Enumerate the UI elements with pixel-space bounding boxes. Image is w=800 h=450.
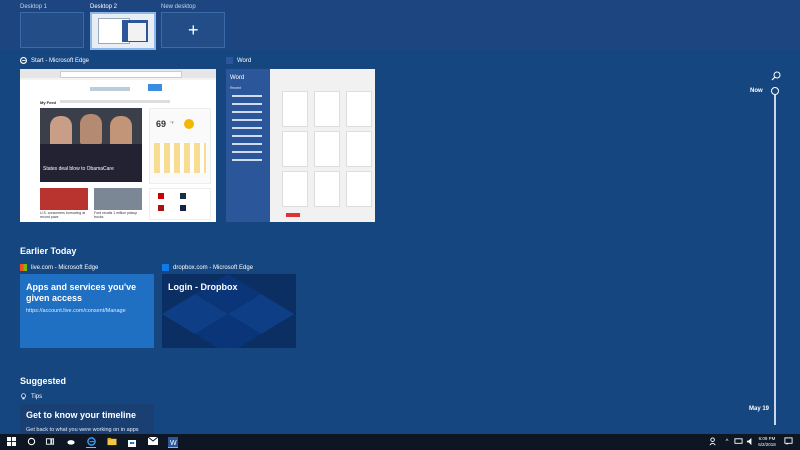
windows-start-icon[interactable] [6,437,16,447]
sun-icon [184,119,194,129]
desktop-2-label: Desktop 2 [90,4,118,10]
new-desktop-button[interactable]: + [161,12,225,48]
word-pane-title: Word [230,75,245,81]
word-icon [226,57,233,64]
edge-window-thumbnail[interactable]: My Feed States deal blow to ObamaCare 69… [20,69,216,222]
action-center-icon[interactable] [783,437,793,447]
edge-icon [20,57,27,64]
edge-window-title-text: Start - Microsoft Edge [31,57,90,64]
chevron-up-icon[interactable]: ^ [722,437,732,447]
dropbox-activity-card[interactable]: Login - Dropbox [162,274,296,348]
edge-weather-unit: °F [170,120,175,125]
edge-window-title: Start - Microsoft Edge [20,57,89,64]
edge-story-image-2[interactable] [94,188,142,210]
live-card-source-text: live.com - Microsoft Edge [31,264,99,271]
tips-source: Tips [20,393,42,400]
live-card-title: Apps and services you've given access [26,282,137,303]
svg-text:W: W [170,440,177,447]
suggested-card-title: Get to know your timeline [26,410,137,420]
task-view-icon[interactable] [45,437,55,447]
desktop-2-thumbnail[interactable] [90,12,156,50]
mail-icon[interactable] [147,436,159,447]
taskbar: W ^ 6:09 PM 6/2/2018 [0,434,800,450]
edge-story-image-1[interactable] [40,188,88,210]
desktop-1-thumbnail[interactable] [20,12,84,48]
suggested-card-sub: Get back to what you were working on in … [26,427,139,433]
volume-icon[interactable] [745,437,755,447]
timeline-bar[interactable] [774,95,776,425]
edge-news-header: My Feed [40,100,57,105]
live-activity-card[interactable]: Apps and services you've given access ht… [20,274,154,348]
taskbar-edge-icon[interactable] [86,437,96,448]
live-card-source: live.com - Microsoft Edge [20,264,98,271]
timeline-now-label: Now [750,88,763,94]
microsoft-logo-icon [20,264,27,271]
store-icon[interactable] [127,437,137,447]
earlier-today-heading: Earlier Today [20,246,77,256]
timeline-handle[interactable] [771,87,779,95]
word-pane-sub: Recent [230,86,242,90]
edge-story-1: U.S. consumers borrowing at record pace [40,211,86,219]
lightbulb-icon [20,393,27,400]
file-explorer-icon[interactable] [107,437,117,447]
dropbox-card-title: Login - Dropbox [168,282,238,292]
clock-date: 6/2/2018 [758,442,776,447]
live-card-url: https://account.live.com/consent/Manage [26,308,126,314]
virtual-desktops-bar: Desktop 1 Desktop 2 New desktop + [0,0,800,50]
edge-weather-temp: 69 [156,119,167,129]
edge-headline: States deal blow to ObamaCare [43,166,114,172]
dropbox-icon [162,264,169,271]
tips-label: Tips [31,393,43,400]
edge-weather-widget[interactable]: 69 °F [149,108,211,184]
dropbox-card-source-text: dropbox.com - Microsoft Edge [173,264,254,271]
word-window-title: Word [226,57,251,64]
people-icon[interactable] [708,437,718,447]
cortana-icon[interactable] [26,437,36,447]
plus-icon: + [188,20,199,40]
edge-scores-widget[interactable] [149,188,211,220]
cloud-icon[interactable] [66,437,76,447]
word-window-thumbnail[interactable]: Word Recent [226,69,375,222]
taskbar-word-icon[interactable]: W [168,437,178,448]
timeline-view: Start - Microsoft Edge My Feed States de… [0,50,800,434]
search-icon[interactable] [771,68,781,81]
edge-news-image[interactable]: States deal blow to ObamaCare [40,108,142,182]
word-window-title-text: Word [237,57,252,64]
desktop-1-label: Desktop 1 [20,4,48,10]
clock[interactable]: 6:09 PM 6/2/2018 [756,436,778,448]
network-icon[interactable] [733,437,743,447]
suggested-card[interactable]: Get to know your timeline Get back to wh… [20,404,154,434]
new-desktop-label: New desktop [161,4,196,10]
timeline-date-label: May 19 [749,406,770,412]
suggested-heading: Suggested [20,376,67,386]
dropbox-card-source: dropbox.com - Microsoft Edge [162,264,253,271]
edge-story-2: Ford recalls 1 million pickup trucks [94,211,138,219]
